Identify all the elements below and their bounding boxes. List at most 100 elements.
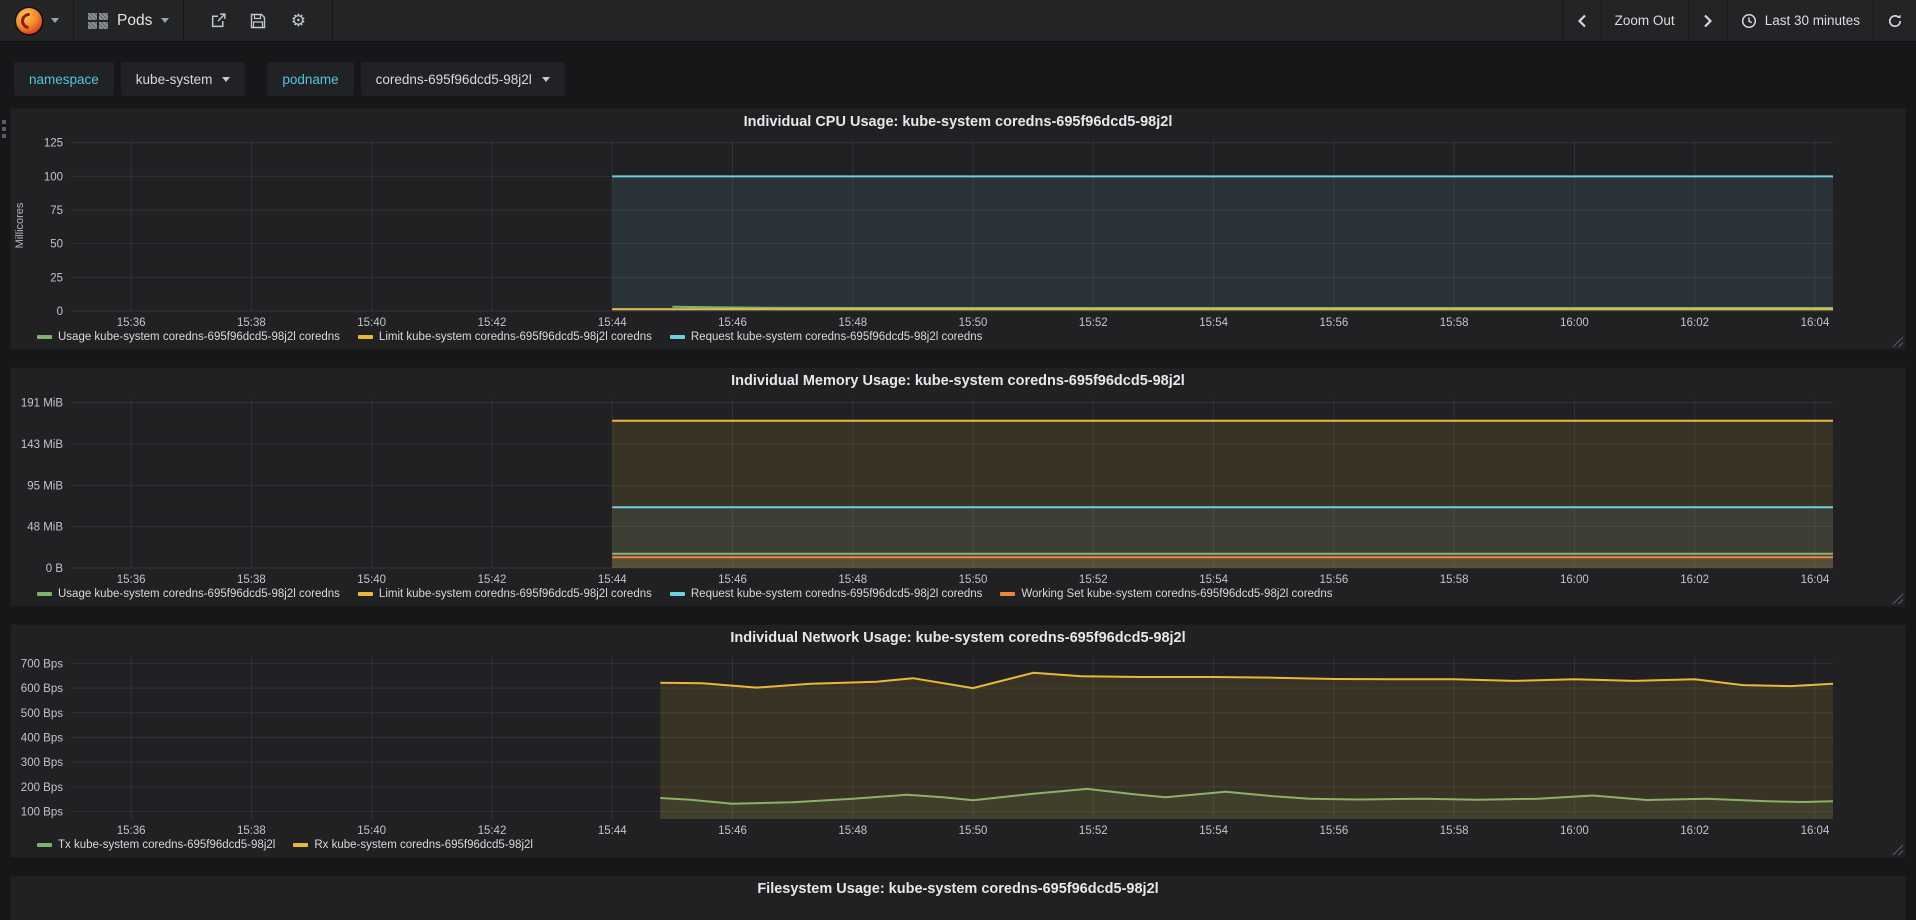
svg-text:0: 0 <box>57 306 63 318</box>
svg-text:25: 25 <box>50 272 63 284</box>
svg-text:15:42: 15:42 <box>478 317 507 329</box>
svg-text:500 Bps: 500 Bps <box>21 708 63 720</box>
svg-text:100: 100 <box>44 171 63 183</box>
refresh-button[interactable] <box>1873 0 1916 41</box>
legend-item[interactable]: Rx kube-system coredns-695f96dcd5-98j2l <box>293 839 533 851</box>
svg-text:15:38: 15:38 <box>237 825 266 837</box>
svg-text:15:46: 15:46 <box>718 317 747 329</box>
svg-text:75: 75 <box>50 205 63 217</box>
legend-item[interactable]: Limit kube-system coredns-695f96dcd5-98j… <box>357 331 652 343</box>
svg-text:15:56: 15:56 <box>1319 317 1348 329</box>
legend-item[interactable]: Request kube-system coredns-695f96dcd5-9… <box>669 588 983 600</box>
legend-label: Request kube-system coredns-695f96dcd5-9… <box>690 588 983 600</box>
variable-podname-dropdown[interactable]: coredns-695f96dcd5-98j2l <box>360 62 565 96</box>
panel-title[interactable]: Individual CPU Usage: kube-system coredn… <box>11 109 1905 134</box>
cpu-chart: 0 25 50 75 100 125 15:36 15:38 15:40 15:42 15:44 15… <box>11 134 1905 331</box>
svg-text:16:04: 16:04 <box>1801 574 1830 586</box>
memory-chart: 0 B 48 MiB 95 MiB 143 MiB 191 MiB 15:36 15:38 1… <box>11 393 1905 588</box>
svg-text:200 Bps: 200 Bps <box>21 782 63 794</box>
save-icon <box>251 13 266 28</box>
refresh-icon <box>1888 14 1902 27</box>
variable-namespace-dropdown[interactable]: kube-system <box>120 62 246 96</box>
panel-network-usage: Individual Network Usage: kube-system co… <box>10 624 1906 858</box>
svg-text:15:44: 15:44 <box>598 825 627 837</box>
svg-text:15:48: 15:48 <box>838 574 867 586</box>
svg-text:15:50: 15:50 <box>959 317 988 329</box>
svg-text:15:40: 15:40 <box>357 574 386 586</box>
legend-label: Limit kube-system coredns-695f96dcd5-98j… <box>378 331 652 343</box>
svg-text:16:02: 16:02 <box>1680 825 1709 837</box>
svg-text:15:38: 15:38 <box>237 574 266 586</box>
dashboard-title: Pods <box>117 11 153 29</box>
svg-text:15:54: 15:54 <box>1199 825 1228 837</box>
zoom-out-button[interactable]: Zoom Out <box>1600 0 1688 41</box>
variable-podname: podname coredns-695f96dcd5-98j2l <box>267 62 565 96</box>
panel-title[interactable]: Individual Network Usage: kube-system co… <box>11 625 1905 650</box>
legend-color-swatch <box>357 335 373 339</box>
legend-color-swatch <box>669 592 685 596</box>
svg-text:15:40: 15:40 <box>357 825 386 837</box>
svg-text:600 Bps: 600 Bps <box>21 683 63 695</box>
legend-color-swatch <box>37 592 52 596</box>
legend-item[interactable]: Usage kube-system coredns-695f96dcd5-98j… <box>37 588 340 600</box>
legend-color-swatch <box>37 843 52 847</box>
svg-text:15:44: 15:44 <box>598 574 627 586</box>
svg-text:15:50: 15:50 <box>959 574 988 586</box>
settings-button[interactable]: ⚙ <box>278 0 318 42</box>
legend-item[interactable]: Tx kube-system coredns-695f96dcd5-98j2l <box>37 839 275 851</box>
legend-item[interactable]: Limit kube-system coredns-695f96dcd5-98j… <box>357 588 652 600</box>
svg-text:400 Bps: 400 Bps <box>21 733 63 745</box>
svg-text:100 Bps: 100 Bps <box>21 807 63 819</box>
svg-text:300 Bps: 300 Bps <box>21 757 63 769</box>
svg-text:50: 50 <box>50 239 63 251</box>
svg-text:15:42: 15:42 <box>478 825 507 837</box>
svg-text:15:36: 15:36 <box>117 574 146 586</box>
time-range-picker[interactable]: Last 30 minutes <box>1726 0 1873 41</box>
svg-text:15:56: 15:56 <box>1319 825 1348 837</box>
svg-text:15:36: 15:36 <box>117 825 146 837</box>
panel-title[interactable]: Individual Memory Usage: kube-system cor… <box>11 368 1905 393</box>
chevron-left-icon <box>1577 14 1586 27</box>
svg-text:15:52: 15:52 <box>1079 825 1108 837</box>
legend-label: Working Set kube-system coredns-695f96dc… <box>1021 588 1333 600</box>
svg-text:15:54: 15:54 <box>1199 317 1228 329</box>
svg-text:95 MiB: 95 MiB <box>27 481 63 493</box>
variable-podname-value: coredns-695f96dcd5-98j2l <box>375 71 532 87</box>
time-shift-forward-button[interactable] <box>1687 0 1727 41</box>
svg-text:15:48: 15:48 <box>838 825 867 837</box>
panel-title[interactable]: Filesystem Usage: kube-system coredns-69… <box>11 876 1905 901</box>
legend-color-swatch <box>669 335 685 339</box>
svg-text:16:02: 16:02 <box>1680 317 1709 329</box>
clock-icon <box>1741 13 1756 28</box>
dashboard-picker[interactable]: Pods <box>74 0 185 41</box>
grafana-logo-icon[interactable] <box>14 5 44 36</box>
time-shift-back-button[interactable] <box>1561 0 1601 41</box>
chevron-down-icon <box>51 18 59 23</box>
chart-canvas[interactable]: 0 25 50 75 100 125 15:36 15:38 15:40 15:42 15:44 15… <box>11 134 1905 331</box>
dashboard-body: Individual CPU Usage: kube-system coredn… <box>0 96 1916 920</box>
save-button[interactable] <box>238 0 278 42</box>
variable-namespace: namespace kube-system <box>14 62 246 96</box>
legend-color-swatch <box>37 335 52 339</box>
share-button[interactable] <box>198 0 238 42</box>
grafana-menu[interactable] <box>0 0 74 41</box>
legend-item[interactable]: Working Set kube-system coredns-695f96dc… <box>1000 588 1332 600</box>
chart-canvas[interactable]: 100 Bps 200 Bps 300 Bps 400 Bps 500 Bps 600 B… <box>11 650 1905 839</box>
svg-text:16:04: 16:04 <box>1801 317 1830 329</box>
svg-text:15:48: 15:48 <box>838 317 867 329</box>
chevron-down-icon <box>222 76 231 82</box>
panel-filesystem-usage: Filesystem Usage: kube-system coredns-69… <box>10 875 1906 920</box>
legend-label: Usage kube-system coredns-695f96dcd5-98j… <box>58 331 340 343</box>
chevron-down-icon <box>161 18 170 23</box>
row-drag-handle[interactable] <box>2 120 6 138</box>
svg-text:48 MiB: 48 MiB <box>27 521 63 533</box>
svg-text:143 MiB: 143 MiB <box>21 439 64 451</box>
legend-item[interactable]: Request kube-system coredns-695f96dcd5-9… <box>669 331 982 343</box>
svg-text:15:58: 15:58 <box>1440 825 1469 837</box>
legend-label: Rx kube-system coredns-695f96dcd5-98j2l <box>314 839 533 851</box>
legend-color-swatch <box>1000 592 1016 596</box>
svg-text:15:56: 15:56 <box>1319 574 1348 586</box>
legend-item[interactable]: Usage kube-system coredns-695f96dcd5-98j… <box>37 331 340 343</box>
legend-color-swatch <box>293 843 309 847</box>
chart-canvas[interactable]: 0 B 48 MiB 95 MiB 143 MiB 191 MiB 15:36 15:38 1… <box>11 393 1905 588</box>
